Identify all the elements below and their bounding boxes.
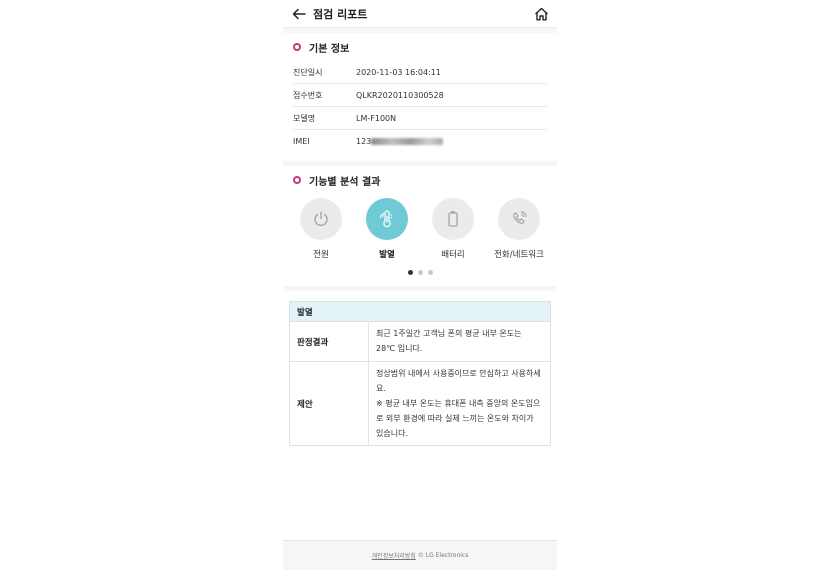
info-value: QLKR2020110300528	[356, 90, 444, 100]
phone-screen: 점검 리포트 기본 정보 진단일시 2020-11-03 16:04:11 접수…	[283, 0, 557, 570]
function-circle	[300, 198, 342, 240]
function-results-card: 기능별 분석 결과 전원 발열 배터리 전화/네트워크	[283, 166, 557, 286]
info-label: IMEI	[293, 137, 310, 146]
copyright-text: © LG Electronics	[417, 552, 469, 559]
function-item-battery[interactable]: 배터리	[424, 198, 482, 260]
function-label: 배터리	[441, 250, 465, 260]
function-results-title: 기능별 분석 결과	[309, 176, 381, 188]
info-row-model: 모델명 LM-F100N	[293, 107, 547, 130]
carousel-page-indicator	[283, 270, 557, 275]
info-label: 진단일시	[293, 67, 323, 77]
section-bullet-icon	[293, 43, 301, 51]
detail-row-suggestion: 제안 정상범위 내에서 사용중이므로 안심하고 사용하세요. ※ 평균 내부 온…	[290, 362, 550, 445]
page-dot[interactable]	[417, 270, 423, 275]
basic-info-card: 기본 정보 진단일시 2020-11-03 16:04:11 접수번호 QLKR…	[283, 33, 557, 161]
detail-row-result: 판정결과 최근 1주일간 고객님 폰의 평균 내부 온도는 28℃ 입니다.	[290, 322, 550, 362]
page-dot-active[interactable]	[407, 270, 413, 275]
basic-info-title: 기본 정보	[309, 43, 350, 55]
detail-card: 발열 판정결과 최근 1주일간 고객님 폰의 평균 내부 온도는 28℃ 입니다…	[283, 291, 557, 559]
power-icon	[314, 211, 328, 226]
phone-signal-icon	[513, 211, 527, 224]
info-label: 모델명	[293, 113, 316, 123]
info-value: 2020-11-03 16:04:11	[356, 67, 441, 77]
imei-visible-digits: 123	[356, 137, 372, 146]
arrow-left-icon[interactable]	[291, 6, 307, 22]
section-bullet-icon	[293, 176, 301, 184]
app-header: 점검 리포트	[283, 0, 557, 28]
basic-info-header: 기본 정보	[283, 33, 557, 61]
battery-icon	[448, 211, 458, 227]
detail-value: 최근 1주일간 고객님 폰의 평균 내부 온도는 28℃ 입니다.	[376, 329, 522, 353]
detail-value: 정상범위 내에서 사용중이므로 안심하고 사용하세요. ※ 평균 내부 온도는 …	[376, 369, 541, 438]
info-label: 접수번호	[293, 90, 323, 100]
function-label: 전원	[313, 250, 329, 260]
home-icon[interactable]	[533, 6, 549, 22]
function-results-header: 기능별 분석 결과	[283, 166, 557, 194]
function-item-heat[interactable]: 발열	[358, 198, 416, 260]
function-label: 발열	[379, 250, 395, 260]
basic-info-list: 진단일시 2020-11-03 16:04:11 접수번호 QLKR202011…	[283, 61, 557, 161]
function-item-power[interactable]: 전원	[292, 198, 350, 260]
function-circle	[432, 198, 474, 240]
function-item-phone-network[interactable]: 전화/네트워크	[490, 198, 548, 260]
detail-table-header: 발열	[290, 302, 550, 322]
function-circle	[498, 198, 540, 240]
info-row-receipt: 접수번호 QLKR2020110300528	[293, 84, 547, 107]
function-circle-active	[366, 198, 408, 240]
page-title: 점검 리포트	[313, 7, 368, 21]
privacy-policy-link[interactable]: 개인정보처리방침	[372, 551, 416, 560]
detail-key: 판정결과	[290, 322, 369, 361]
info-value: LM-F100N	[356, 113, 397, 123]
function-label: 전화/네트워크	[494, 250, 544, 260]
page-dot[interactable]	[427, 270, 433, 275]
detail-table: 발열 판정결과 최근 1주일간 고객님 폰의 평균 내부 온도는 28℃ 입니다…	[289, 301, 551, 446]
thermometer-icon	[380, 210, 392, 228]
footer: 개인정보처리방침 © LG Electronics	[283, 540, 557, 570]
info-value: 123	[356, 137, 547, 146]
info-row-imei: IMEI 123	[293, 130, 547, 153]
function-carousel: 전원 발열 배터리 전화/네트워크	[283, 194, 557, 260]
info-row-date: 진단일시 2020-11-03 16:04:11	[293, 61, 547, 84]
detail-key: 제안	[290, 362, 369, 445]
imei-redacted	[371, 138, 444, 145]
